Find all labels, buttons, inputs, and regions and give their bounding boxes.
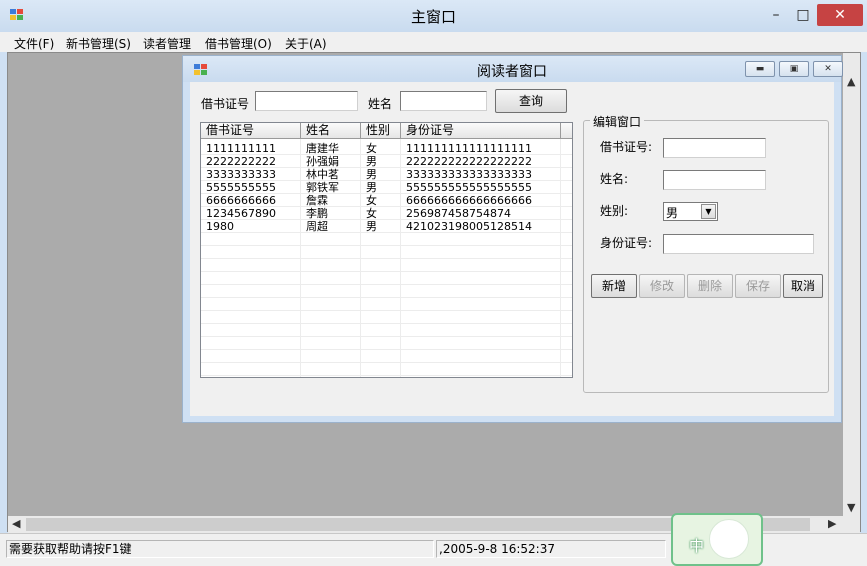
grid-row-line (201, 245, 572, 246)
edit-gender-label: 姓别: (600, 204, 629, 218)
grid-cell[interactable]: 男 (366, 168, 377, 181)
menu-about[interactable]: 关于(A) (285, 35, 327, 52)
vertical-scrollbar[interactable]: ▲ ▼ (843, 53, 860, 516)
grid-cell[interactable]: 1980 (206, 220, 234, 233)
grid-cell[interactable]: 詹霖 (306, 194, 328, 207)
grid-header-filler (561, 123, 572, 139)
status-datetime: ,2005-9-8 16:52:37 (436, 540, 666, 558)
menu-new-books[interactable]: 新书管理(S) (66, 35, 131, 52)
grid-cell[interactable]: 郭铁军 (306, 181, 339, 194)
maximize-button[interactable]: □ (789, 4, 817, 26)
grid-row-line (201, 323, 572, 324)
grid-header-id[interactable]: 身份证号 (401, 123, 561, 139)
grid-cell[interactable]: 222222222222222222 (406, 155, 532, 168)
add-button[interactable]: 新增 (591, 274, 637, 298)
main-titlebar[interactable]: 主窗口 – □ ✕ (0, 0, 867, 32)
modify-button[interactable]: 修改 (639, 274, 685, 298)
edit-card-input[interactable] (663, 138, 766, 158)
grid-cell[interactable]: 666666666666666666 (406, 194, 532, 207)
grid-cell[interactable]: 5555555555 (206, 181, 276, 194)
ime-toolbar[interactable]: 中 (671, 513, 763, 566)
grid-row-line (201, 271, 572, 272)
grid-cell[interactable]: 李鹏 (306, 207, 328, 220)
grid-cell[interactable]: 男 (366, 181, 377, 194)
minimize-button[interactable]: – (762, 4, 790, 26)
grid-cell[interactable]: 111111111111111111 (406, 142, 532, 155)
reader-grid[interactable]: 借书证号 姓名 性别 身份证号 1111111111 唐建华女 1111111111… (200, 122, 573, 378)
grid-cell[interactable]: 3333333333 (206, 168, 276, 181)
scroll-left-icon[interactable]: ◀ (12, 517, 20, 530)
status-help-text: 需要获取帮助请按F1键 (6, 540, 434, 558)
grid-cell[interactable]: 1111111111 (206, 142, 276, 155)
grid-row-line (201, 297, 572, 298)
menu-bar: 文件(F) 新书管理(S) 读者管理 借书管理(O) 关于(A) (0, 32, 867, 52)
grid-cell[interactable]: 555555555555555555 (406, 181, 532, 194)
menu-readers[interactable]: 读者管理 (143, 35, 191, 52)
scroll-down-icon[interactable]: ▼ (847, 501, 855, 514)
edit-panel: 编辑窗口 借书证号: 姓名: 姓别: 男 ▼ 身份证号: 新增 修改 删除 保存… (583, 113, 829, 393)
edit-name-label: 姓名: (600, 172, 629, 186)
grid-row-line (201, 362, 572, 363)
grid-row-line (201, 349, 572, 350)
grid-cell[interactable]: 333333333333333333 (406, 168, 532, 181)
edit-panel-title: 编辑窗口 (590, 113, 645, 130)
edit-id-input[interactable] (663, 234, 814, 254)
grid-cell[interactable]: 女 (366, 207, 377, 220)
search-name-input[interactable] (400, 91, 487, 111)
grid-cell[interactable]: 2222222222 (206, 155, 276, 168)
ime-mascot-icon (709, 519, 749, 559)
grid-row-line (201, 336, 572, 337)
gender-select-value: 男 (666, 206, 679, 220)
edit-name-input[interactable] (663, 170, 766, 190)
edit-id-label: 身份证号: (600, 236, 653, 250)
query-button[interactable]: 查询 (495, 89, 567, 113)
grid-header-name[interactable]: 姓名 (301, 123, 361, 139)
search-card-label: 借书证号 (201, 97, 250, 111)
grid-row-line (201, 258, 572, 259)
delete-button[interactable]: 删除 (687, 274, 733, 298)
scroll-right-icon[interactable]: ▶ (828, 517, 836, 530)
save-button[interactable]: 保存 (735, 274, 781, 298)
grid-cell[interactable]: 周超 (306, 220, 328, 233)
grid-cell[interactable]: 421023198005128514 (406, 220, 532, 233)
child-minimize-button[interactable]: ▬ (745, 61, 775, 77)
grid-cell[interactable]: 林中茗 (306, 168, 339, 181)
edit-card-label: 借书证号: (600, 140, 653, 154)
grid-cell[interactable]: 男 (366, 220, 377, 233)
menu-borrowing[interactable]: 借书管理(O) (205, 35, 272, 52)
main-window-title: 主窗口 (410, 8, 456, 26)
menu-file[interactable]: 文件(F) (14, 35, 54, 52)
reader-window-client: 借书证号 姓名 查询 借书证号 姓名 性别 身份证号 1111111111 唐建华… (190, 82, 834, 416)
chevron-down-icon[interactable]: ▼ (701, 204, 716, 219)
reader-window-title: 阅读者窗口 (477, 64, 547, 80)
cancel-button[interactable]: 取消 (783, 274, 823, 298)
grid-cell[interactable]: 6666666666 (206, 194, 276, 207)
reader-window-titlebar[interactable]: 阅读者窗口 ▬ ▣ ✕ (183, 56, 843, 82)
grid-cell[interactable]: 唐建华 (306, 142, 339, 155)
grid-cell[interactable]: 孙强娟 (306, 155, 339, 168)
close-button[interactable]: ✕ (817, 4, 863, 26)
grid-cell[interactable]: 男 (366, 155, 377, 168)
grid-header-card[interactable]: 借书证号 (201, 123, 301, 139)
grid-cell[interactable]: 256987458754874 (406, 207, 511, 220)
grid-row-line (201, 375, 572, 376)
grid-header-gender[interactable]: 性别 (361, 123, 401, 139)
grid-row-line (201, 284, 572, 285)
reader-window: 阅读者窗口 ▬ ▣ ✕ 借书证号 姓名 查询 借书证号 姓名 性别 身份证号 1… (182, 55, 843, 423)
grid-cell[interactable]: 1234567890 (206, 207, 276, 220)
gender-select[interactable]: 男 ▼ (663, 202, 718, 221)
ime-mode-indicator[interactable]: 中 (689, 535, 704, 556)
scroll-up-icon[interactable]: ▲ (847, 75, 855, 88)
grid-cell[interactable]: 女 (366, 194, 377, 207)
grid-cell[interactable]: 女 (366, 142, 377, 155)
search-card-input[interactable] (255, 91, 358, 111)
child-restore-button[interactable]: ▣ (779, 61, 809, 77)
grid-row-line (201, 310, 572, 311)
child-close-button[interactable]: ✕ (813, 61, 843, 77)
search-name-label: 姓名 (368, 97, 393, 111)
